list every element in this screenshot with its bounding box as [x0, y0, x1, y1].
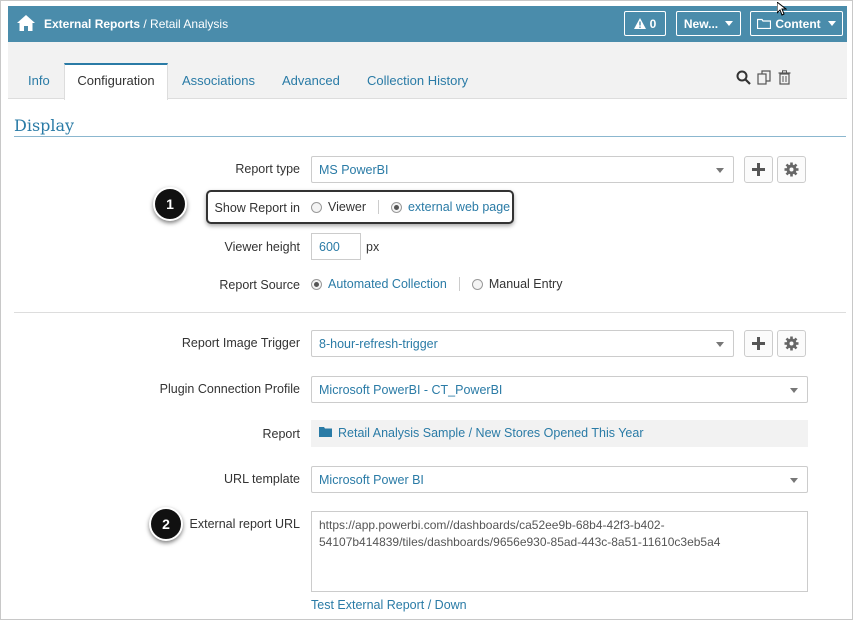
mouse-cursor-icon — [777, 2, 787, 16]
breadcrumb-page: Retail Analysis — [150, 17, 229, 31]
folder-icon — [319, 427, 332, 437]
image-trigger-label: Report Image Trigger — [181, 336, 300, 350]
external-web-page-radio[interactable] — [390, 201, 402, 213]
chevron-down-icon — [790, 388, 798, 393]
chevron-down-icon — [716, 342, 724, 347]
chevron-down-icon — [790, 478, 798, 483]
connection-profile-select[interactable]: Microsoft PowerBI - CT_PowerBI — [311, 376, 808, 403]
show-report-in-label: Show Report in — [214, 201, 300, 215]
search-icon[interactable] — [736, 70, 751, 85]
top-bar: External Reports / Retail Analysis 0 New… — [8, 6, 847, 42]
page-frame: External Reports / Retail Analysis 0 New… — [0, 0, 853, 620]
viewer-height-input[interactable]: 600 — [311, 233, 361, 260]
tab-associations[interactable]: Associations — [182, 73, 255, 88]
copy-icon[interactable] — [757, 70, 772, 85]
connection-profile-label: Plugin Connection Profile — [159, 382, 300, 396]
viewer-height-unit: px — [366, 240, 380, 254]
callout-1-badge: 1 — [153, 187, 187, 221]
plus-icon — [752, 337, 765, 350]
new-button[interactable]: New... — [676, 11, 741, 36]
callout-2-badge: 2 — [149, 507, 183, 541]
automated-collection-radio[interactable] — [311, 278, 322, 290]
automated-collection-label[interactable]: Automated Collection — [328, 277, 447, 291]
alerts-button[interactable]: 0 — [624, 11, 666, 36]
breadcrumb: External Reports / Retail Analysis — [44, 17, 229, 31]
external-web-page-option-label[interactable]: external web page — [408, 200, 510, 214]
external-url-label: External report URL — [189, 517, 300, 531]
tab-tools — [736, 70, 791, 85]
breadcrumb-section[interactable]: External Reports — [44, 17, 140, 31]
gear-icon — [784, 336, 799, 351]
chevron-down-icon — [716, 168, 724, 173]
home-icon[interactable] — [16, 14, 36, 32]
viewer-option-label[interactable]: Viewer — [328, 200, 366, 214]
add-trigger-button[interactable] — [744, 330, 773, 357]
tab-info[interactable]: Info — [28, 73, 50, 88]
external-url-textarea[interactable]: https://app.powerbi.com//dashboards/ca52… — [311, 511, 808, 592]
trash-icon[interactable] — [778, 70, 791, 85]
report-source-label: Report Source — [219, 278, 300, 292]
tab-bar: Info Configuration Associations Advanced… — [8, 42, 847, 100]
image-trigger-select[interactable]: 8-hour-refresh-trigger — [311, 330, 734, 357]
manual-entry-label[interactable]: Manual Entry — [489, 277, 563, 291]
report-type-label: Report type — [235, 162, 300, 176]
warning-icon — [633, 18, 646, 29]
add-report-type-button[interactable] — [744, 156, 773, 183]
trigger-settings-button[interactable] — [777, 330, 806, 357]
external-url-line-2: 54107b414839/tiles/dashboards/9656e930-8… — [319, 535, 721, 549]
report-source-options: Automated Collection Manual Entry — [311, 277, 562, 291]
tab-advanced[interactable]: Advanced — [282, 73, 340, 88]
folder-icon — [757, 18, 772, 29]
chevron-down-icon — [827, 21, 836, 26]
form-divider — [14, 312, 846, 313]
plus-icon — [752, 163, 765, 176]
report-type-settings-button[interactable] — [777, 156, 806, 183]
report-link[interactable]: Retail Analysis Sample / New Stores Open… — [311, 420, 808, 447]
external-url-line-1: https://app.powerbi.com//dashboards/ca52… — [319, 518, 665, 532]
chevron-down-icon — [725, 21, 734, 26]
content-button[interactable]: Content — [750, 11, 843, 36]
tab-configuration[interactable]: Configuration — [64, 63, 168, 100]
gear-icon — [784, 162, 799, 177]
report-label: Report — [262, 427, 300, 441]
show-report-in-options: Viewer external web page — [311, 200, 510, 214]
alert-count: 0 — [649, 16, 657, 31]
manual-entry-radio[interactable] — [471, 278, 483, 290]
report-type-select[interactable]: MS PowerBI — [311, 156, 734, 183]
viewer-radio[interactable] — [311, 201, 322, 213]
test-external-report-link[interactable]: Test External Report / Down — [311, 598, 467, 612]
section-title: Display — [14, 116, 75, 135]
section-divider — [14, 136, 846, 137]
viewer-height-label: Viewer height — [224, 240, 300, 254]
tab-collection-history[interactable]: Collection History — [367, 73, 468, 88]
url-template-select[interactable]: Microsoft Power BI — [311, 466, 808, 493]
url-template-label: URL template — [224, 472, 300, 486]
